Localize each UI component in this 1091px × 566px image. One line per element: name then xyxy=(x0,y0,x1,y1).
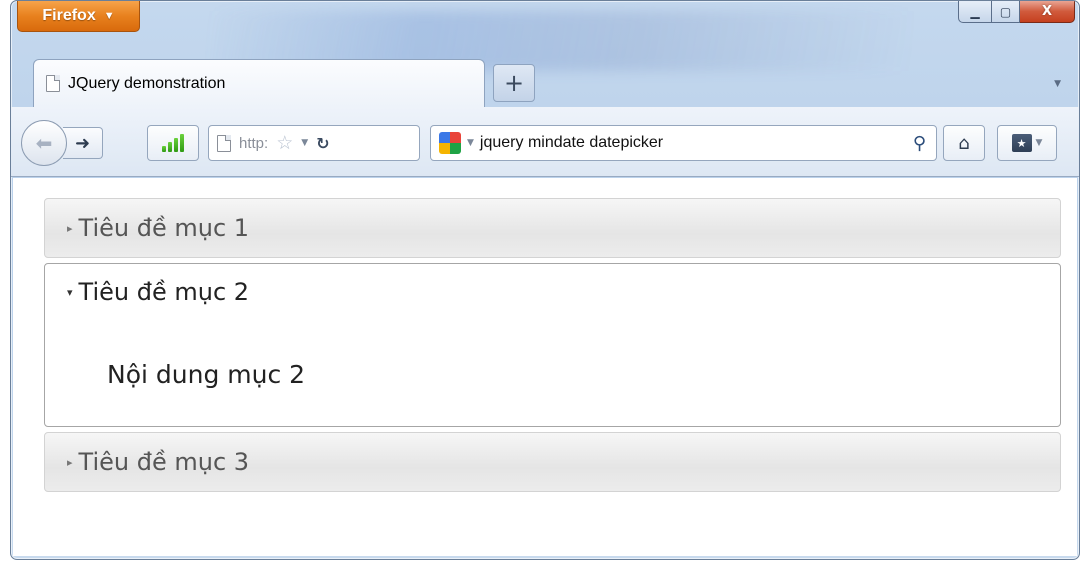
minimize-icon: ▁ xyxy=(970,4,980,19)
page-icon xyxy=(217,134,231,152)
home-button[interactable]: ⌂ xyxy=(943,125,985,161)
url-input[interactable]: http: xyxy=(239,135,268,152)
page-icon xyxy=(46,75,60,92)
minimize-button[interactable]: ▁ xyxy=(958,1,992,23)
firefox-menu-button[interactable]: Firefox ▼ xyxy=(17,1,140,32)
plus-icon: + xyxy=(503,69,525,97)
accordion-title: Tiêu đề mục 1 xyxy=(78,214,250,242)
forward-arrow-icon: ➜ xyxy=(74,132,91,154)
google-icon[interactable] xyxy=(439,132,461,154)
back-button[interactable]: ⬅ xyxy=(21,120,67,166)
browser-window: Firefox ▼ ▁ ▢ X JQuery demonstration + ▼… xyxy=(10,0,1080,560)
maximize-icon: ▢ xyxy=(999,4,1012,19)
navigation-toolbar: ➜ ⬅ http: ☆ ▼ ↻ ▼ jquery mindate datepic… xyxy=(11,107,1079,177)
accordion-content: Nội dung mục 2 xyxy=(107,360,306,389)
close-button[interactable]: X xyxy=(1020,1,1075,23)
accordion-section-2: ▾ Tiêu đề mục 2 Nội dung mục 2 xyxy=(44,263,1061,427)
reload-icon[interactable]: ↻ xyxy=(316,134,329,153)
chevron-down-icon: ▼ xyxy=(103,10,115,22)
bookmarks-dropdown-icon: ▼ xyxy=(1035,138,1043,148)
signal-button[interactable] xyxy=(147,125,199,161)
search-bar[interactable]: ▼ jquery mindate datepicker ⚲ xyxy=(430,125,937,161)
accordion-header-2[interactable]: ▾ Tiêu đề mục 2 xyxy=(67,278,249,306)
accordion-header-1[interactable]: ▸ Tiêu đề mục 1 xyxy=(44,198,1061,258)
signal-bars-icon xyxy=(162,134,184,152)
page-content: ▸ Tiêu đề mục 1 ▾ Tiêu đề mục 2 Nội dung… xyxy=(13,178,1077,556)
url-bar[interactable]: http: ☆ ▼ ↻ xyxy=(208,125,420,161)
firefox-menu-label: Firefox xyxy=(42,7,96,24)
accordion-title: Tiêu đề mục 2 xyxy=(78,278,250,306)
search-input[interactable]: jquery mindate datepicker xyxy=(480,134,907,152)
chevron-down-icon: ▾ xyxy=(67,285,73,299)
search-engine-dropdown-icon[interactable]: ▼ xyxy=(467,138,474,148)
tab-title: JQuery demonstration xyxy=(68,74,226,92)
history-dropdown-icon[interactable]: ▼ xyxy=(301,138,308,148)
new-tab-button[interactable]: + xyxy=(493,64,535,102)
chevron-right-icon: ▸ xyxy=(67,221,73,235)
back-arrow-icon: ⬅ xyxy=(35,131,53,155)
close-icon: X xyxy=(1041,4,1053,19)
forward-button[interactable]: ➜ xyxy=(63,127,103,159)
accordion-title: Tiêu đề mục 3 xyxy=(78,448,250,476)
tab-jquery-demonstration[interactable]: JQuery demonstration xyxy=(33,59,485,107)
home-icon: ⌂ xyxy=(958,132,970,154)
maximize-button[interactable]: ▢ xyxy=(992,1,1020,23)
window-controls: ▁ ▢ X xyxy=(958,1,1075,23)
star-icon[interactable]: ☆ xyxy=(276,132,293,154)
bookmarks-icon: ★ xyxy=(1011,134,1032,152)
search-icon[interactable]: ⚲ xyxy=(913,133,926,154)
bookmarks-button[interactable]: ★ ▼ xyxy=(997,125,1057,161)
list-all-tabs-button[interactable]: ▼ xyxy=(1054,79,1061,89)
accordion-header-3[interactable]: ▸ Tiêu đề mục 3 xyxy=(44,432,1061,492)
chevron-right-icon: ▸ xyxy=(67,455,73,469)
